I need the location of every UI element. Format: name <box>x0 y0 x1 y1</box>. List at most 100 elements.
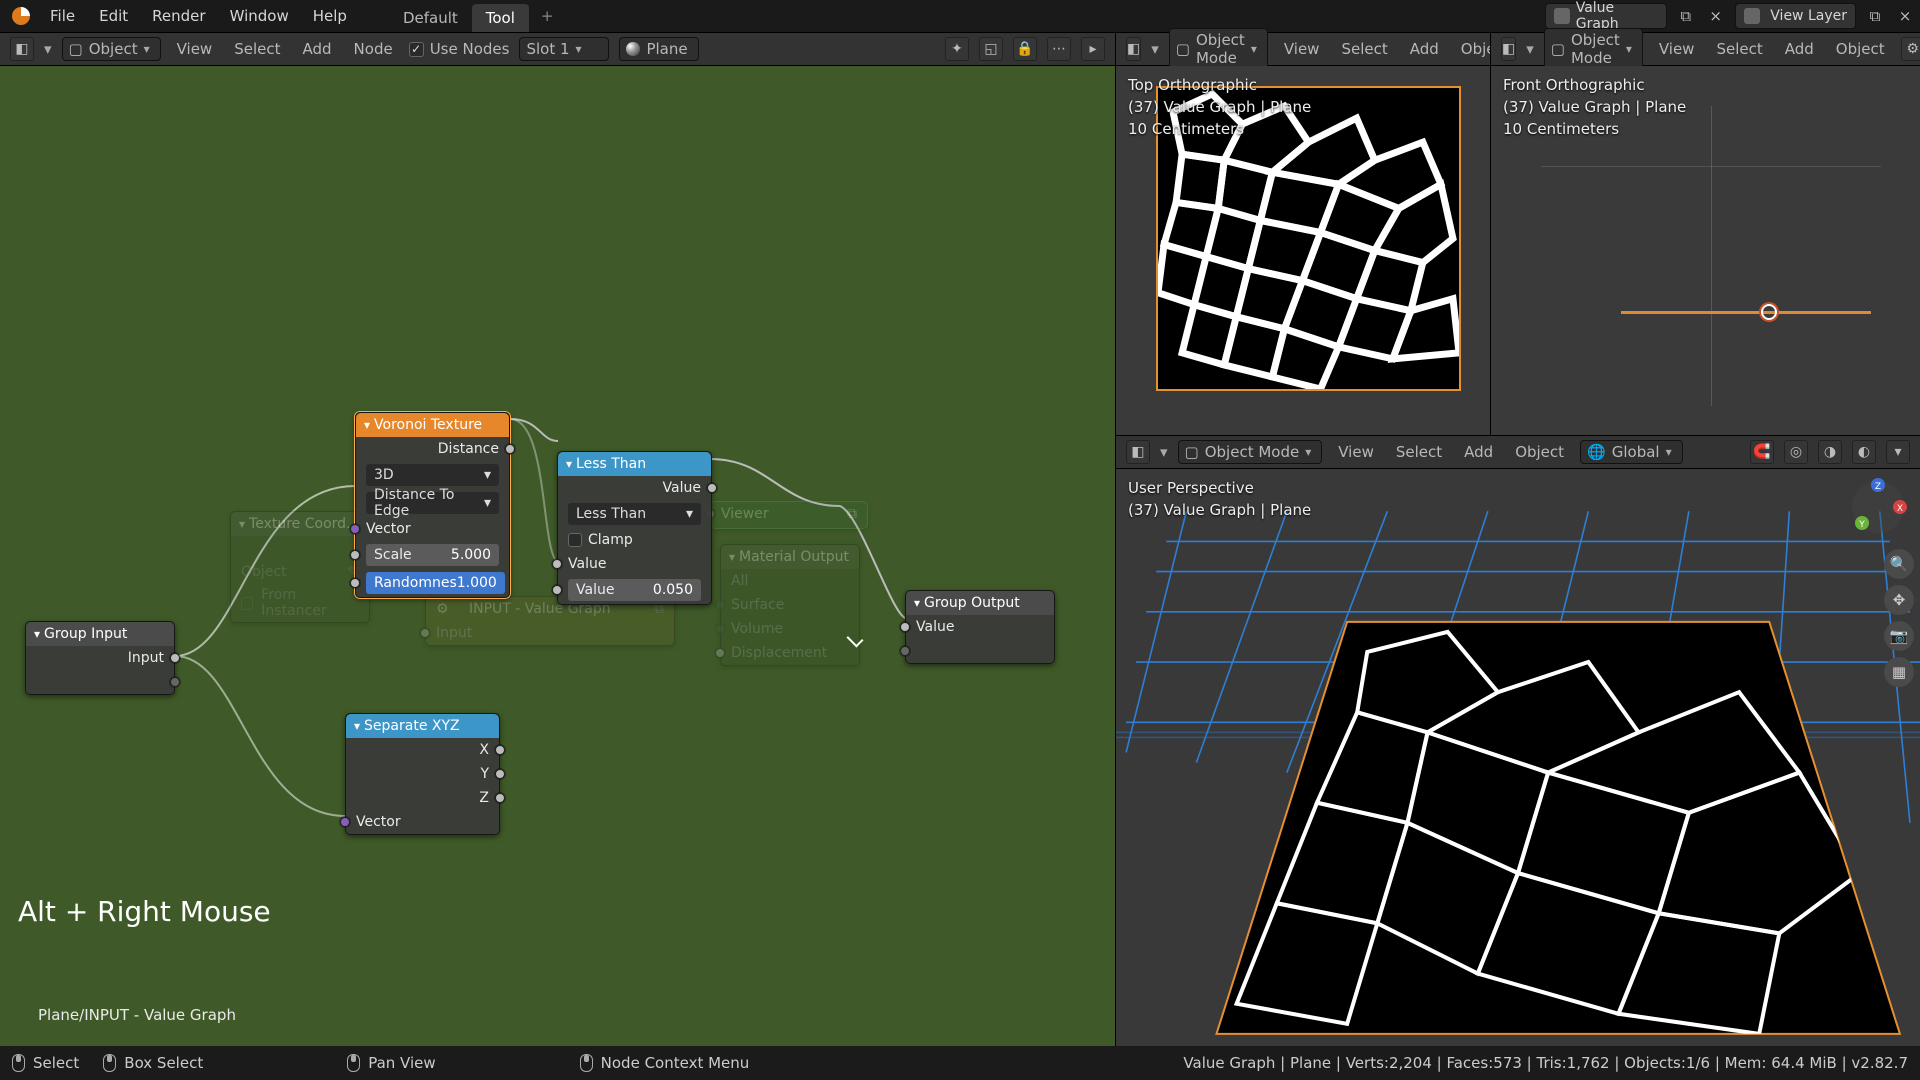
snap-icon[interactable]: 🧲 <box>1750 440 1774 464</box>
svg-text:X: X <box>1897 504 1903 514</box>
camera-icon[interactable]: 📷 <box>1884 621 1914 651</box>
vp-front-mode[interactable]: ▢Object Mode▾ <box>1544 28 1643 70</box>
viewport-top-overlay: Top Orthographic (37) Value Graph | Plan… <box>1128 74 1311 140</box>
shading-options-icon[interactable]: ▾ <box>1886 440 1910 464</box>
status-context-menu: Node Context Menu <box>601 1054 750 1072</box>
vp-top-mode[interactable]: ▢Object Mode▾ <box>1169 28 1268 70</box>
vp-menu-object[interactable]: Object <box>1830 40 1891 58</box>
scene-copy-button[interactable]: ⧉ <box>1675 5 1697 27</box>
node-group-output[interactable]: ▾Group Output Value <box>905 590 1055 664</box>
snap-icon[interactable]: 🔒 <box>1013 37 1037 61</box>
voronoi-scale-field[interactable]: Scale5.000 <box>366 544 499 566</box>
matout-volume: Volume <box>731 621 783 637</box>
use-nodes-label: Use Nodes <box>430 40 510 58</box>
add-workspace-button[interactable]: + <box>529 0 566 32</box>
vp-editor-icon[interactable]: ◧ <box>1126 440 1150 464</box>
scene-close-button[interactable]: × <box>1705 5 1727 27</box>
node-group-output-title: Group Output <box>924 595 1020 611</box>
nav-gizmo[interactable]: X Z Y <box>1848 477 1908 537</box>
voronoi-dim-dropdown[interactable]: 3D▾ <box>366 464 499 486</box>
node-material-output[interactable]: ▾Material Output All Surface Volume Disp… <box>720 544 860 666</box>
less-than-threshold-field[interactable]: Value0.050 <box>568 579 701 601</box>
viewlayer-close-button[interactable]: × <box>1894 5 1916 27</box>
vp-menu-add[interactable]: Add <box>1779 40 1820 58</box>
clamp-checkbox[interactable]: Clamp <box>568 532 633 548</box>
status-box-select: Box Select <box>124 1054 203 1072</box>
voronoi-randomness-field[interactable]: Randomnes1.000 <box>366 572 505 594</box>
overlay-toggle-icon[interactable]: ◑ <box>1818 440 1842 464</box>
node-less-than[interactable]: ▾Less Than Value Less Than▾ Clamp Value … <box>557 451 712 605</box>
menu-render[interactable]: Render <box>140 0 217 32</box>
axis-cross <box>1541 106 1881 406</box>
mouse-middle-icon <box>347 1054 360 1072</box>
status-bar: Select Box Select Pan View Node Context … <box>0 1046 1920 1080</box>
vp-editor-icon[interactable]: ◧ <box>1501 37 1516 61</box>
menu-edit[interactable]: Edit <box>87 0 140 32</box>
node-canvas[interactable]: ▾Texture Coord… Object✎ From Instancer ⚙… <box>0 66 1115 1046</box>
pin-icon[interactable]: ✦ <box>945 37 969 61</box>
node-voronoi-texture[interactable]: ▾Voronoi Texture Distance 3D▾ Distance T… <box>355 412 510 598</box>
texcoord-object-label: Object <box>241 564 287 580</box>
math-op-dropdown[interactable]: Less Than▾ <box>568 503 701 525</box>
vp-menu-add[interactable]: Add <box>1458 443 1499 461</box>
vp-editor-icon[interactable]: ◧ <box>1126 37 1141 61</box>
node-menu-add[interactable]: Add <box>297 40 338 58</box>
vp-menu-select[interactable]: Select <box>1390 443 1448 461</box>
zoom-icon[interactable]: 🔍 <box>1884 549 1914 579</box>
node-menu-node[interactable]: Node <box>348 40 399 58</box>
vp-pin-icon[interactable]: ⚙ <box>1901 37 1920 61</box>
vp-menu-add[interactable]: Add <box>1404 40 1445 58</box>
node-separate-xyz[interactable]: ▾Separate XYZ X Y Z Vector <box>345 713 500 835</box>
shading-dropdown-icon[interactable]: ◐ <box>1852 440 1876 464</box>
shortcut-hint: Alt + Right Mouse <box>18 895 271 928</box>
scene-dropdown[interactable]: Value Graph <box>1545 3 1666 29</box>
object-mode-dropdown[interactable]: ▢ Object ▾ <box>62 37 161 61</box>
vp-orient-dropdown[interactable]: 🌐Global▾ <box>1580 440 1683 464</box>
vp-menu-view[interactable]: View <box>1653 40 1701 58</box>
viewport-user-canvas[interactable]: User Perspective (37) Value Graph | Plan… <box>1116 469 1920 1046</box>
workspace-tab-default[interactable]: Default <box>389 4 472 32</box>
sep-vector: Vector <box>356 814 401 830</box>
backdrop-icon[interactable]: ◱ <box>979 37 1003 61</box>
menu-window[interactable]: Window <box>218 0 301 32</box>
viewport-user-render <box>1116 469 1920 1046</box>
viewlayer-copy-button[interactable]: ⧉ <box>1864 5 1886 27</box>
vp-menu-select[interactable]: Select <box>1335 40 1393 58</box>
vp-menu-view[interactable]: View <box>1278 40 1326 58</box>
viewport-front-overlay: Front Orthographic (37) Value Graph | Pl… <box>1503 74 1686 140</box>
node-viewer[interactable]: Viewer⧉ <box>710 501 868 529</box>
header-chevron-right-icon[interactable]: ▸ <box>1081 37 1105 61</box>
node-texture-coord-title: Texture Coord… <box>249 516 360 532</box>
viewport-front-canvas[interactable]: Front Orthographic (37) Value Graph | Pl… <box>1491 66 1920 435</box>
viewport-top-canvas[interactable]: Top Orthographic (37) Value Graph | Plan… <box>1116 66 1490 435</box>
workspace-tab-tool[interactable]: Tool <box>472 4 529 32</box>
proportional-icon[interactable]: ◎ <box>1784 440 1808 464</box>
slot-dropdown[interactable]: Slot 1 ▾ <box>519 37 609 61</box>
menu-file[interactable]: File <box>38 0 87 32</box>
viewport-top: ◧▾ ▢Object Mode▾ View Select Add Object <box>1115 32 1490 435</box>
vp-menu-object[interactable]: Object <box>1509 443 1570 461</box>
status-stats: Value Graph | Plane | Verts:2,204 | Face… <box>1183 1054 1908 1072</box>
material-dropdown[interactable]: Plane <box>619 37 698 61</box>
vp-menu-select[interactable]: Select <box>1710 40 1768 58</box>
cursor-icon <box>850 632 864 652</box>
use-nodes-checkbox[interactable]: ✓ Use Nodes <box>409 40 510 58</box>
blender-logo-icon <box>12 7 30 25</box>
move-icon[interactable]: ✥ <box>1884 585 1914 615</box>
voronoi-feature-dropdown[interactable]: Distance To Edge▾ <box>366 492 499 514</box>
mouse-left-icon <box>103 1054 116 1072</box>
overlay-icon[interactable]: ⋯ <box>1047 37 1071 61</box>
node-menu-view[interactable]: View <box>171 40 219 58</box>
node-group-input[interactable]: ▾Group Input Input <box>25 621 175 695</box>
status-select: Select <box>33 1054 79 1072</box>
grid-icon[interactable]: ▦ <box>1884 657 1914 687</box>
editor-type-icon[interactable]: ◧ <box>10 37 34 61</box>
viewlayer-dropdown[interactable]: View Layer <box>1735 3 1856 29</box>
less-than-value-in-label: Value <box>568 556 606 572</box>
vp-user-mode[interactable]: ▢Object Mode▾ <box>1178 440 1323 464</box>
viewlayer-icon <box>1744 8 1760 24</box>
menu-help[interactable]: Help <box>301 0 359 32</box>
vp-menu-view[interactable]: View <box>1332 443 1380 461</box>
node-menu-select[interactable]: Select <box>228 40 286 58</box>
node-texture-coord[interactable]: ▾Texture Coord… Object✎ From Instancer <box>230 511 370 623</box>
